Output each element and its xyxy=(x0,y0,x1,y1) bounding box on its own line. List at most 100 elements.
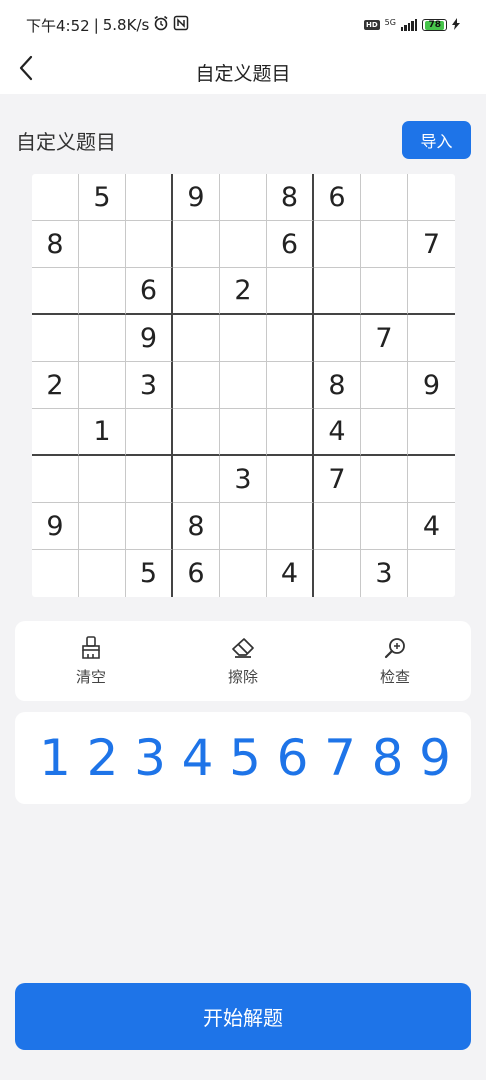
sudoku-cell[interactable] xyxy=(267,362,314,409)
sudoku-cell[interactable] xyxy=(361,362,408,409)
import-button[interactable]: 导入 xyxy=(402,121,471,159)
back-button[interactable] xyxy=(18,54,34,89)
sudoku-cell[interactable] xyxy=(173,221,220,268)
sudoku-cell[interactable]: 6 xyxy=(126,268,173,315)
sudoku-cell[interactable] xyxy=(314,221,361,268)
number-key-5[interactable]: 5 xyxy=(222,729,268,787)
sudoku-cell[interactable]: 7 xyxy=(314,456,361,503)
sudoku-cell[interactable]: 9 xyxy=(126,315,173,362)
sudoku-cell[interactable] xyxy=(361,409,408,456)
status-divider: | xyxy=(93,16,99,34)
sudoku-cell[interactable]: 3 xyxy=(220,456,267,503)
sudoku-cell[interactable] xyxy=(220,550,267,597)
sudoku-cell[interactable] xyxy=(32,174,79,221)
sudoku-cell[interactable] xyxy=(79,550,126,597)
sudoku-cell[interactable] xyxy=(79,221,126,268)
sudoku-cell[interactable] xyxy=(361,503,408,550)
number-key-6[interactable]: 6 xyxy=(270,729,316,787)
sudoku-cell[interactable] xyxy=(173,409,220,456)
start-solve-button[interactable]: 开始解题 xyxy=(15,983,471,1050)
sudoku-cell[interactable] xyxy=(267,456,314,503)
sudoku-cell[interactable]: 8 xyxy=(32,221,79,268)
sudoku-cell[interactable]: 5 xyxy=(79,174,126,221)
clear-label: 清空 xyxy=(75,668,106,686)
sudoku-cell[interactable] xyxy=(267,315,314,362)
nfc-icon xyxy=(173,15,189,35)
sudoku-cell[interactable] xyxy=(126,221,173,268)
sudoku-cell[interactable] xyxy=(220,221,267,268)
sudoku-cell[interactable]: 2 xyxy=(32,362,79,409)
alarm-icon xyxy=(153,15,169,35)
sudoku-cell[interactable] xyxy=(79,503,126,550)
sudoku-cell[interactable] xyxy=(220,503,267,550)
sudoku-cell[interactable] xyxy=(220,409,267,456)
sudoku-cell[interactable] xyxy=(267,503,314,550)
sudoku-cell[interactable] xyxy=(79,268,126,315)
sudoku-cell[interactable]: 8 xyxy=(173,503,220,550)
sudoku-cell[interactable]: 6 xyxy=(267,221,314,268)
sudoku-cell[interactable] xyxy=(126,174,173,221)
sudoku-cell[interactable] xyxy=(361,268,408,315)
sudoku-cell[interactable] xyxy=(267,409,314,456)
sudoku-cell[interactable]: 6 xyxy=(314,174,361,221)
sudoku-cell[interactable]: 4 xyxy=(408,503,455,550)
sudoku-cell[interactable] xyxy=(314,315,361,362)
clear-button[interactable]: 清空 xyxy=(51,635,131,687)
sudoku-cell[interactable] xyxy=(79,456,126,503)
sudoku-cell[interactable]: 1 xyxy=(79,409,126,456)
sudoku-cell[interactable] xyxy=(173,315,220,362)
number-key-3[interactable]: 3 xyxy=(127,729,173,787)
sudoku-cell[interactable] xyxy=(267,268,314,315)
sudoku-cell[interactable]: 2 xyxy=(220,268,267,315)
number-key-9[interactable]: 9 xyxy=(412,729,458,787)
sudoku-cell[interactable]: 8 xyxy=(314,362,361,409)
sudoku-cell[interactable] xyxy=(173,362,220,409)
sudoku-cell[interactable] xyxy=(32,550,79,597)
sudoku-cell[interactable] xyxy=(173,268,220,315)
number-key-8[interactable]: 8 xyxy=(365,729,411,787)
number-key-1[interactable]: 1 xyxy=(32,729,78,787)
sudoku-cell[interactable] xyxy=(408,268,455,315)
sudoku-cell[interactable] xyxy=(220,362,267,409)
sudoku-cell[interactable] xyxy=(361,221,408,268)
sudoku-cell[interactable] xyxy=(32,268,79,315)
sudoku-cell[interactable] xyxy=(126,456,173,503)
sudoku-cell[interactable]: 9 xyxy=(408,362,455,409)
sudoku-cell[interactable]: 7 xyxy=(408,221,455,268)
sudoku-cell[interactable] xyxy=(173,456,220,503)
sudoku-cell[interactable] xyxy=(126,503,173,550)
sudoku-cell[interactable] xyxy=(32,409,79,456)
sudoku-cell[interactable]: 6 xyxy=(173,550,220,597)
sudoku-cell[interactable] xyxy=(79,362,126,409)
sudoku-cell[interactable] xyxy=(314,550,361,597)
sudoku-cell[interactable] xyxy=(361,174,408,221)
sudoku-cell[interactable] xyxy=(408,550,455,597)
sudoku-cell[interactable] xyxy=(32,315,79,362)
sudoku-cell[interactable] xyxy=(408,315,455,362)
check-button[interactable]: 检查 xyxy=(355,635,435,687)
sudoku-cell[interactable] xyxy=(408,409,455,456)
sudoku-cell[interactable]: 4 xyxy=(314,409,361,456)
sudoku-cell[interactable] xyxy=(32,456,79,503)
sudoku-cell[interactable] xyxy=(220,174,267,221)
sudoku-cell[interactable]: 8 xyxy=(267,174,314,221)
sudoku-cell[interactable]: 9 xyxy=(173,174,220,221)
sudoku-cell[interactable] xyxy=(314,503,361,550)
sudoku-cell[interactable] xyxy=(79,315,126,362)
sudoku-cell[interactable] xyxy=(408,174,455,221)
erase-button[interactable]: 擦除 xyxy=(203,635,283,687)
sudoku-cell[interactable]: 4 xyxy=(267,550,314,597)
number-key-7[interactable]: 7 xyxy=(317,729,363,787)
sudoku-cell[interactable]: 9 xyxy=(32,503,79,550)
sudoku-cell[interactable] xyxy=(361,456,408,503)
sudoku-cell[interactable] xyxy=(220,315,267,362)
sudoku-cell[interactable] xyxy=(408,456,455,503)
number-key-4[interactable]: 4 xyxy=(175,729,221,787)
sudoku-cell[interactable] xyxy=(126,409,173,456)
number-key-2[interactable]: 2 xyxy=(80,729,126,787)
sudoku-cell[interactable]: 3 xyxy=(126,362,173,409)
sudoku-cell[interactable] xyxy=(314,268,361,315)
sudoku-cell[interactable]: 5 xyxy=(126,550,173,597)
sudoku-cell[interactable]: 3 xyxy=(361,550,408,597)
sudoku-cell[interactable]: 7 xyxy=(361,315,408,362)
